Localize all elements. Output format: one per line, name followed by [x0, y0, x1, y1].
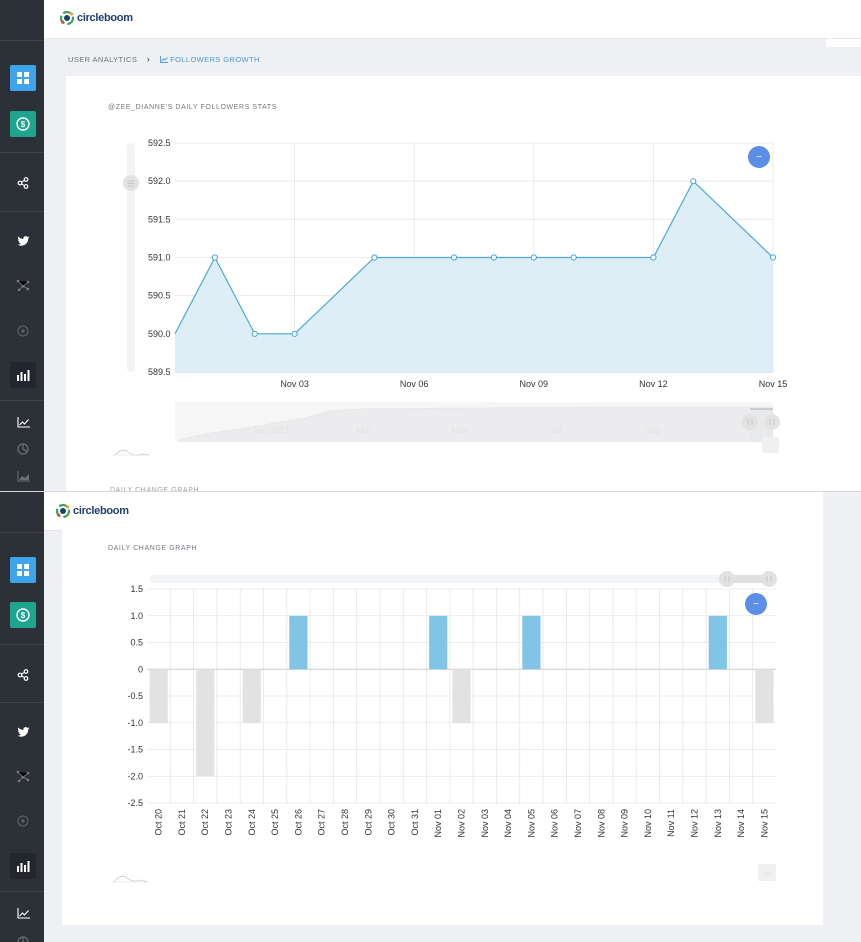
y-tick-label: -1.0 [127, 718, 143, 728]
navigator-label: Mar [356, 425, 372, 435]
x-tick-label: Nov 12 [639, 379, 668, 389]
y-tick-label: -1.5 [127, 745, 143, 755]
x-tick-label: Nov 14 [736, 809, 746, 838]
x-tick-label: Nov 03 [280, 379, 309, 389]
navigator-label: May [451, 425, 469, 435]
y-tick-label: 1.0 [130, 611, 143, 621]
slider-handle-left[interactable] [719, 571, 735, 587]
bar [522, 615, 541, 670]
navigator-label: Jul [550, 425, 562, 435]
x-tick-label: Oct 30 [387, 809, 397, 836]
x-tick-label: Nov 10 [643, 809, 653, 838]
data-point [450, 254, 458, 261]
bar [452, 669, 471, 723]
y-tick-label: 589.5 [148, 367, 171, 377]
horizontal-zoom-slider[interactable] [150, 571, 777, 587]
x-tick-label: Nov 04 [503, 809, 513, 838]
bar [196, 669, 215, 777]
y-tick-label: -2.0 [127, 771, 143, 781]
slider-handle[interactable] [123, 175, 139, 191]
data-point [769, 254, 777, 261]
x-tick-label: Oct 26 [293, 809, 303, 836]
reset-zoom-button[interactable]: − [748, 146, 770, 168]
y-tick-label: 0.5 [130, 638, 143, 648]
y-tick-label: 590.5 [148, 291, 171, 301]
y-tick-label: 592.0 [148, 176, 171, 186]
x-tick-label: Oct 22 [200, 809, 210, 836]
bar [755, 669, 774, 723]
x-tick-label: Nov 15 [759, 379, 788, 389]
range-navigator[interactable]: Jan 2021 Mar May Jul Sep [175, 402, 780, 442]
x-tick-label: Nov 08 [596, 809, 606, 838]
y-tick-label: -2.5 [127, 798, 143, 808]
sparkline-icon [114, 449, 151, 456]
x-tick-label: Oct 23 [224, 809, 234, 836]
y-tick-label: -0.5 [127, 691, 143, 701]
x-tick-label: Nov 11 [666, 809, 676, 837]
data-point [570, 254, 577, 261]
vertical-zoom-slider[interactable] [123, 143, 139, 372]
x-tick-label: Oct 29 [363, 809, 373, 836]
data-point [650, 254, 657, 261]
x-tick-label: Oct 25 [270, 809, 280, 836]
x-tick-label: Nov 13 [713, 809, 723, 838]
navigator-label: Jan 2021 [252, 425, 289, 435]
y-tick-label: 590.0 [148, 329, 171, 339]
x-tick-label: Nov 06 [400, 379, 429, 389]
reset-zoom-button[interactable]: − [745, 593, 767, 615]
reset-zoom-label: − [753, 599, 759, 610]
bar [149, 669, 168, 723]
bar [289, 615, 308, 670]
y-tick-label: 591.0 [148, 253, 171, 263]
x-tick-label: Oct 28 [340, 809, 350, 836]
x-tick-label: Oct 21 [177, 809, 187, 836]
y-tick-label: 0 [138, 664, 143, 674]
data-point [530, 254, 537, 261]
bar [242, 669, 261, 723]
followers-area-chart: 589.5 590.0 590.5 591.0 591.5 592.0 592.5 Nov … [112, 138, 788, 456]
navigator-handle-right[interactable] [764, 414, 780, 430]
data-point [211, 254, 218, 261]
x-tick-label: Nov 15 [759, 809, 769, 838]
data-point [291, 330, 298, 337]
navigator-handle-left[interactable] [742, 414, 758, 430]
chart-menu-button[interactable] [762, 437, 779, 453]
reset-zoom-label: − [756, 152, 762, 163]
data-point [251, 330, 258, 337]
x-tick-label: Oct 27 [317, 809, 327, 836]
bar [708, 615, 727, 670]
slider-handle-right[interactable] [761, 571, 777, 587]
followers-growth-screen: $ circleboom USER ANALYTICS › FOLLOWERS … [0, 0, 861, 491]
x-tick-label: Nov 06 [550, 809, 560, 838]
followers-area [175, 181, 773, 372]
x-tick-label: Nov 05 [526, 809, 536, 838]
x-tick-label: Nov 09 [620, 809, 630, 838]
x-tick-label: Nov 07 [573, 809, 583, 838]
x-tick-label: Nov 03 [480, 809, 490, 838]
data-point [690, 178, 697, 185]
data-point [490, 254, 498, 261]
navigator-label: Sep [645, 425, 661, 435]
daily-change-screen: $ circleboom DAILY CHANGE GRAPH 1.5 1.0 … [0, 492, 861, 942]
x-tick-label: Nov 12 [689, 809, 699, 838]
y-tick-label: 592.5 [148, 138, 171, 148]
x-tick-label: Oct 31 [410, 809, 420, 836]
sparkline-icon [113, 875, 149, 883]
bar [429, 615, 448, 670]
y-tick-label: 591.5 [148, 214, 171, 224]
x-tick-label: Oct 20 [154, 809, 164, 836]
data-point [371, 254, 378, 261]
menu-label: ··· [764, 870, 771, 877]
daily-change-bar-chart: 1.5 1.0 0.5 0 -0.5 -1.0 -1.5 -2.0 -2.5 Oct 20 Oct… [111, 571, 777, 883]
x-tick-label: Oct 24 [247, 809, 257, 836]
y-tick-label: 1.5 [130, 584, 143, 594]
x-tick-label: Nov 01 [433, 809, 443, 838]
x-tick-label: Nov 09 [520, 379, 549, 389]
chart-menu-button[interactable]: ··· [758, 864, 776, 881]
x-tick-label: Nov 02 [457, 809, 467, 838]
